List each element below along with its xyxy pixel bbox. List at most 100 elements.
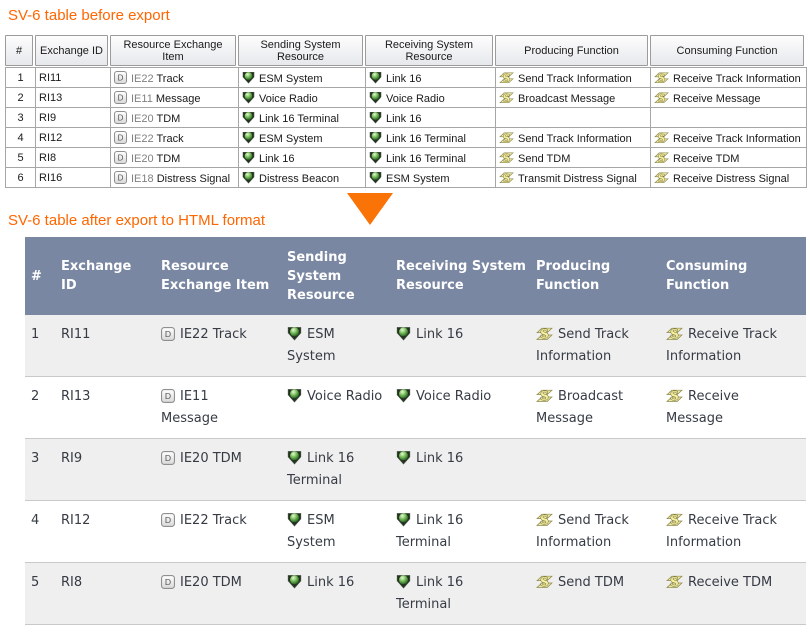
item-name: TDM	[156, 152, 181, 165]
cell-exchange-id: RI12	[55, 500, 155, 563]
resource-icon	[369, 171, 382, 183]
before-table-header: # Exchange ID Resource Exchange Item Sen…	[5, 35, 806, 66]
cell-item: IE18 Distress Signal	[110, 167, 239, 188]
cell-item: IE20 TDM	[110, 107, 239, 128]
column-header-resource-exchange-item: Resource Exchange Item	[155, 237, 281, 315]
table-row: 1 RI11 IE22 Track ESM System Link 16 Sen…	[25, 315, 806, 377]
function-icon	[536, 388, 553, 404]
sv6-table-after: # Exchange ID Resource Exchange Item Sen…	[25, 237, 806, 634]
cell-receiving: Link 16	[390, 315, 530, 377]
column-header-consuming-function: Consuming Function	[650, 35, 804, 66]
column-header-producing-function: Producing Function	[495, 35, 648, 66]
item-id: IE20	[131, 112, 154, 125]
cell-item: IE22 Track	[155, 500, 281, 563]
cell-producing: Transmit Distress Signal	[495, 167, 651, 188]
cell-exchange-id: RI8	[35, 147, 111, 168]
cell-num: 2	[5, 87, 36, 108]
data-element-icon	[114, 150, 127, 164]
cell-item: IE22 Track	[110, 127, 239, 148]
resource-icon	[369, 151, 382, 163]
cell-num: 1	[25, 315, 55, 377]
cell-sending: Distress Beacon	[281, 624, 390, 634]
cell-exchange-id: RI8	[55, 562, 155, 625]
function-icon	[499, 151, 514, 165]
after-table-header: # Exchange ID Resource Exchange Item Sen…	[25, 237, 806, 315]
cell-consuming: Receive Message	[660, 376, 806, 439]
column-header-num: #	[5, 35, 33, 66]
data-element-icon	[114, 170, 127, 184]
cell-receiving: Voice Radio	[390, 376, 530, 439]
cell-producing: Send Track Information	[530, 315, 660, 377]
resource-icon	[369, 131, 382, 143]
cell-item: IE20 TDM	[155, 562, 281, 625]
function-icon	[536, 326, 553, 342]
item-id: IE20	[131, 152, 154, 165]
column-header-exchange-id: Exchange ID	[55, 237, 155, 315]
cell-receiving: Link 16 Terminal	[365, 147, 496, 168]
cell-producing: Send Track Information	[495, 127, 651, 148]
column-header-consuming-function: Consuming Function	[660, 237, 806, 315]
function-icon	[499, 171, 514, 185]
cell-num: 1	[5, 67, 36, 88]
cell-producing: Send Track Information	[495, 67, 651, 88]
resource-icon	[287, 512, 302, 527]
cell-producing: Send TDM	[530, 562, 660, 625]
cell-receiving: Link 16 Terminal	[390, 562, 530, 625]
function-icon	[499, 91, 514, 105]
cell-item: IE20 TDM	[155, 438, 281, 501]
data-element-icon	[161, 450, 175, 466]
item-name: Track	[156, 72, 184, 85]
data-element-icon	[114, 130, 127, 144]
cell-sending: ESM System	[238, 67, 366, 88]
cell-receiving: Link 16 Terminal	[390, 500, 530, 563]
cell-consuming: Receive TDM	[650, 147, 807, 168]
function-icon	[499, 131, 514, 145]
data-element-icon	[161, 574, 175, 590]
resource-icon	[287, 388, 302, 403]
data-element-icon	[114, 90, 127, 104]
table-row: 6 RI16 IE18 Distress Signal Distress Bea…	[25, 624, 806, 634]
resource-icon	[396, 450, 411, 465]
data-element-icon	[161, 326, 175, 342]
cell-exchange-id: RI16	[35, 167, 111, 188]
resource-icon	[369, 71, 382, 83]
cell-item: IE11 Message	[155, 376, 281, 439]
after-title: SV-6 table after export to HTML format	[8, 212, 266, 229]
cell-consuming: Receive Track Information	[660, 315, 806, 377]
resource-icon	[396, 574, 411, 589]
cell-exchange-id: RI12	[35, 127, 111, 148]
function-icon	[654, 71, 669, 85]
column-header-sending-system-resource: Sending System Resource	[238, 35, 363, 66]
cell-num: 4	[25, 500, 55, 563]
function-icon	[654, 91, 669, 105]
cell-num: 5	[25, 562, 55, 625]
function-icon	[654, 151, 669, 165]
table-row: 3 RI9 IE20 TDM Link 16 Terminal Link 16	[5, 107, 807, 128]
cell-producing: Broadcast Message	[530, 376, 660, 439]
cell-consuming: Receive Track Information	[650, 127, 807, 148]
cell-consuming: Receive TDM	[660, 562, 806, 625]
cell-producing: Broadcast Message	[495, 87, 651, 108]
cell-num: 3	[25, 438, 55, 501]
cell-sending: Voice Radio	[238, 87, 366, 108]
cell-num: 5	[5, 147, 36, 168]
cell-sending: Distress Beacon	[238, 167, 366, 188]
function-icon	[666, 512, 683, 528]
resource-icon	[287, 574, 302, 589]
resource-icon	[242, 91, 255, 103]
cell-sending: Link 16 Terminal	[281, 438, 390, 501]
table-row: 2 RI13 IE11 Message Voice Radio Voice Ra…	[5, 87, 807, 108]
table-row: 1 RI11 IE22 Track ESM System Link 16 Sen…	[5, 67, 807, 88]
table-row: 6 RI16 IE18 Distress Signal Distress Bea…	[5, 167, 807, 188]
cell-sending: Voice Radio	[281, 376, 390, 439]
cell-num: 6	[5, 167, 36, 188]
item-name: TDM	[156, 112, 181, 125]
cell-producing: Transmit Distress Signal	[530, 624, 660, 634]
resource-icon	[396, 512, 411, 527]
cell-consuming	[660, 438, 806, 501]
resource-icon	[242, 111, 255, 123]
cell-exchange-id: RI13	[55, 376, 155, 439]
item-id: IE18	[131, 172, 154, 185]
cell-receiving: Link 16 Terminal	[365, 127, 496, 148]
function-icon	[666, 388, 683, 404]
